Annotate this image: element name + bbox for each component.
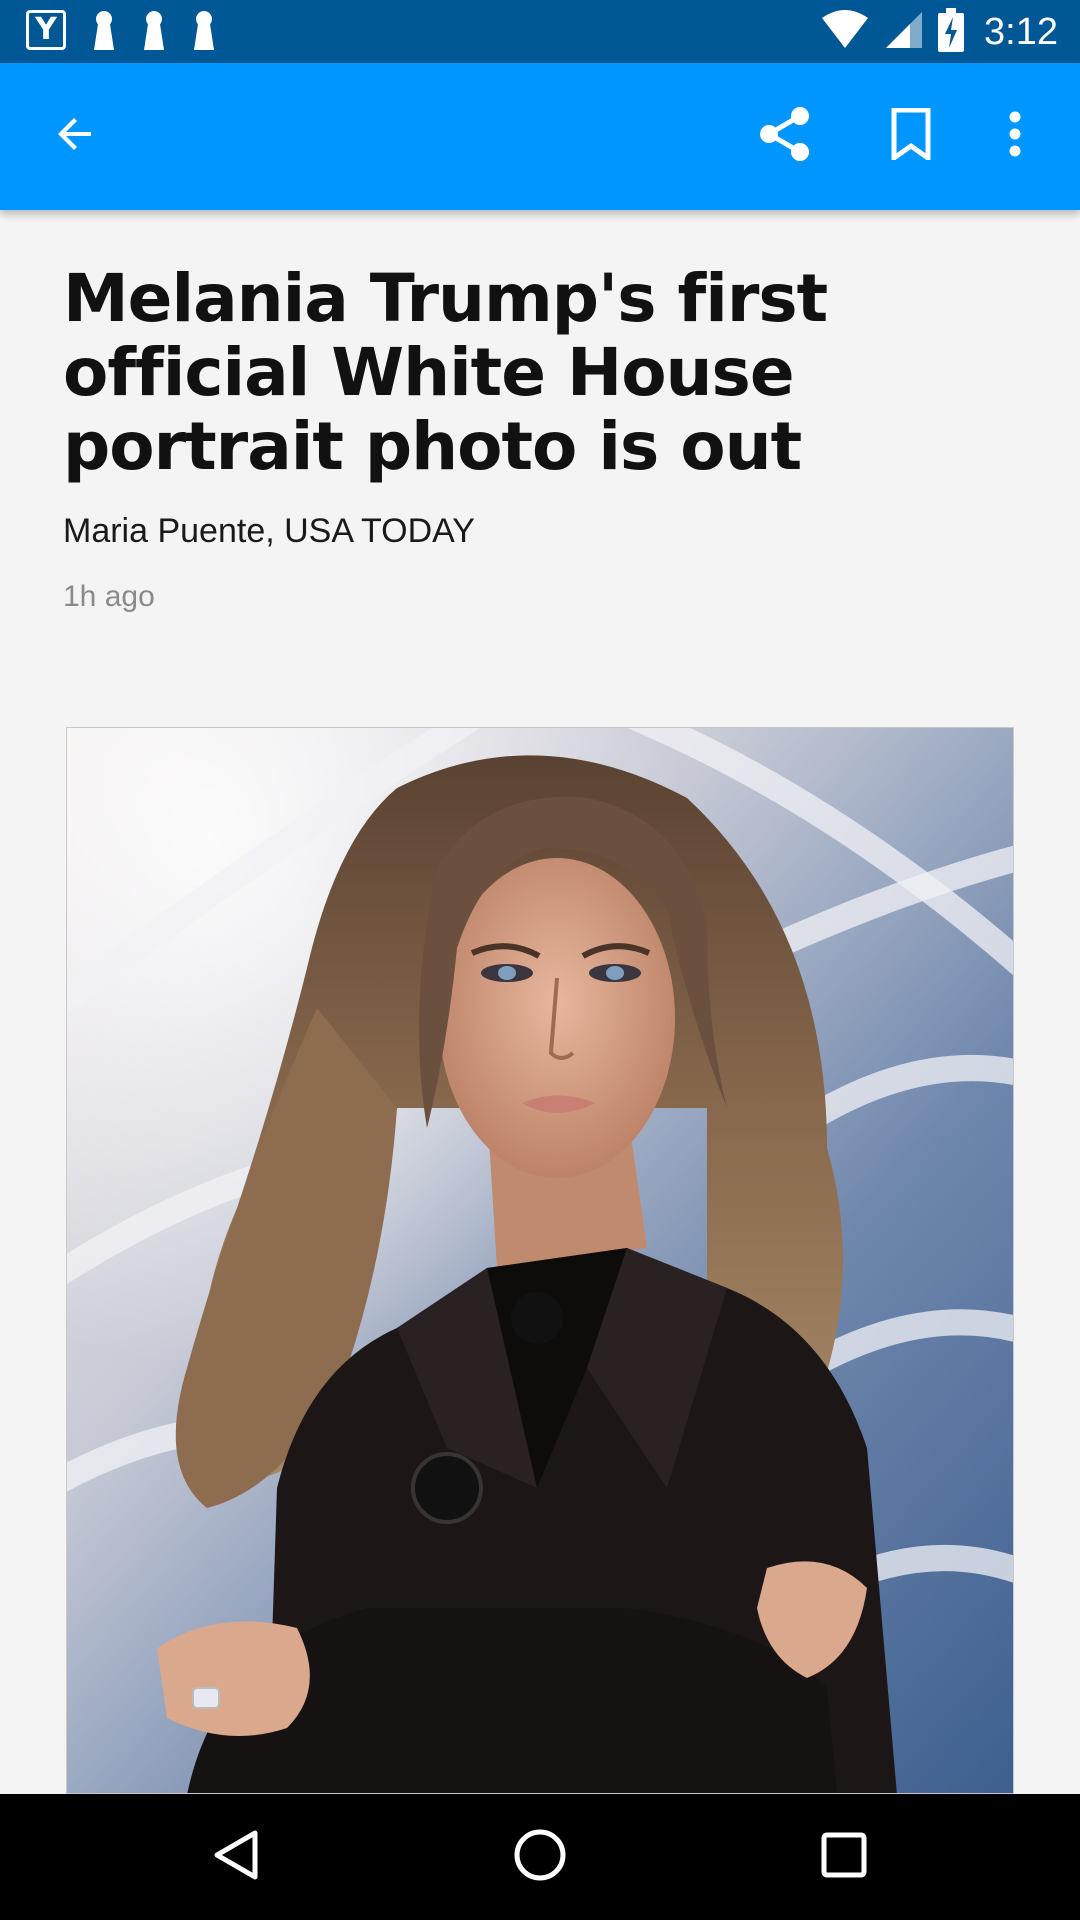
nav-recents-button[interactable]	[784, 1794, 904, 1920]
portrait-image	[67, 728, 1013, 1793]
nav-home-button[interactable]	[480, 1794, 600, 1920]
article-timestamp: 1h ago	[63, 580, 155, 613]
more-options-button[interactable]	[980, 63, 1050, 210]
back-button[interactable]	[30, 63, 120, 210]
back-arrow-icon	[51, 110, 99, 163]
more-vertical-icon	[1008, 111, 1022, 162]
keyhole-icon	[142, 10, 166, 50]
cellular-signal-icon	[884, 10, 924, 55]
status-bar-indicators: 3:12	[820, 8, 1058, 57]
nav-back-icon	[211, 1827, 261, 1888]
share-button[interactable]	[740, 63, 830, 210]
bookmark-icon	[890, 107, 932, 165]
keyhole-icon	[192, 10, 216, 50]
article-byline: Maria Puente, USA TODAY	[63, 512, 475, 550]
wifi-icon	[820, 10, 870, 55]
nav-back-button[interactable]	[176, 1794, 296, 1920]
share-icon	[759, 106, 811, 167]
keyhole-icon	[92, 10, 116, 50]
article-headline: Melania Trump's first official White Hou…	[63, 260, 828, 485]
article-screen: Y 3:12 Melania Trump's first official Wh…	[0, 0, 1080, 1920]
bookmark-button[interactable]	[866, 63, 956, 210]
article-photo[interactable]	[66, 727, 1014, 1794]
status-bar: Y 3:12	[0, 0, 1080, 63]
nav-home-icon	[512, 1827, 568, 1888]
status-bar-notifications: Y	[26, 10, 216, 50]
app-bar	[0, 63, 1080, 210]
app-notification-icon: Y	[26, 10, 66, 50]
system-nav-bar	[0, 1794, 1080, 1920]
status-time: 3:12	[984, 11, 1058, 53]
battery-charging-icon	[938, 8, 965, 57]
nav-recents-icon	[819, 1830, 869, 1885]
